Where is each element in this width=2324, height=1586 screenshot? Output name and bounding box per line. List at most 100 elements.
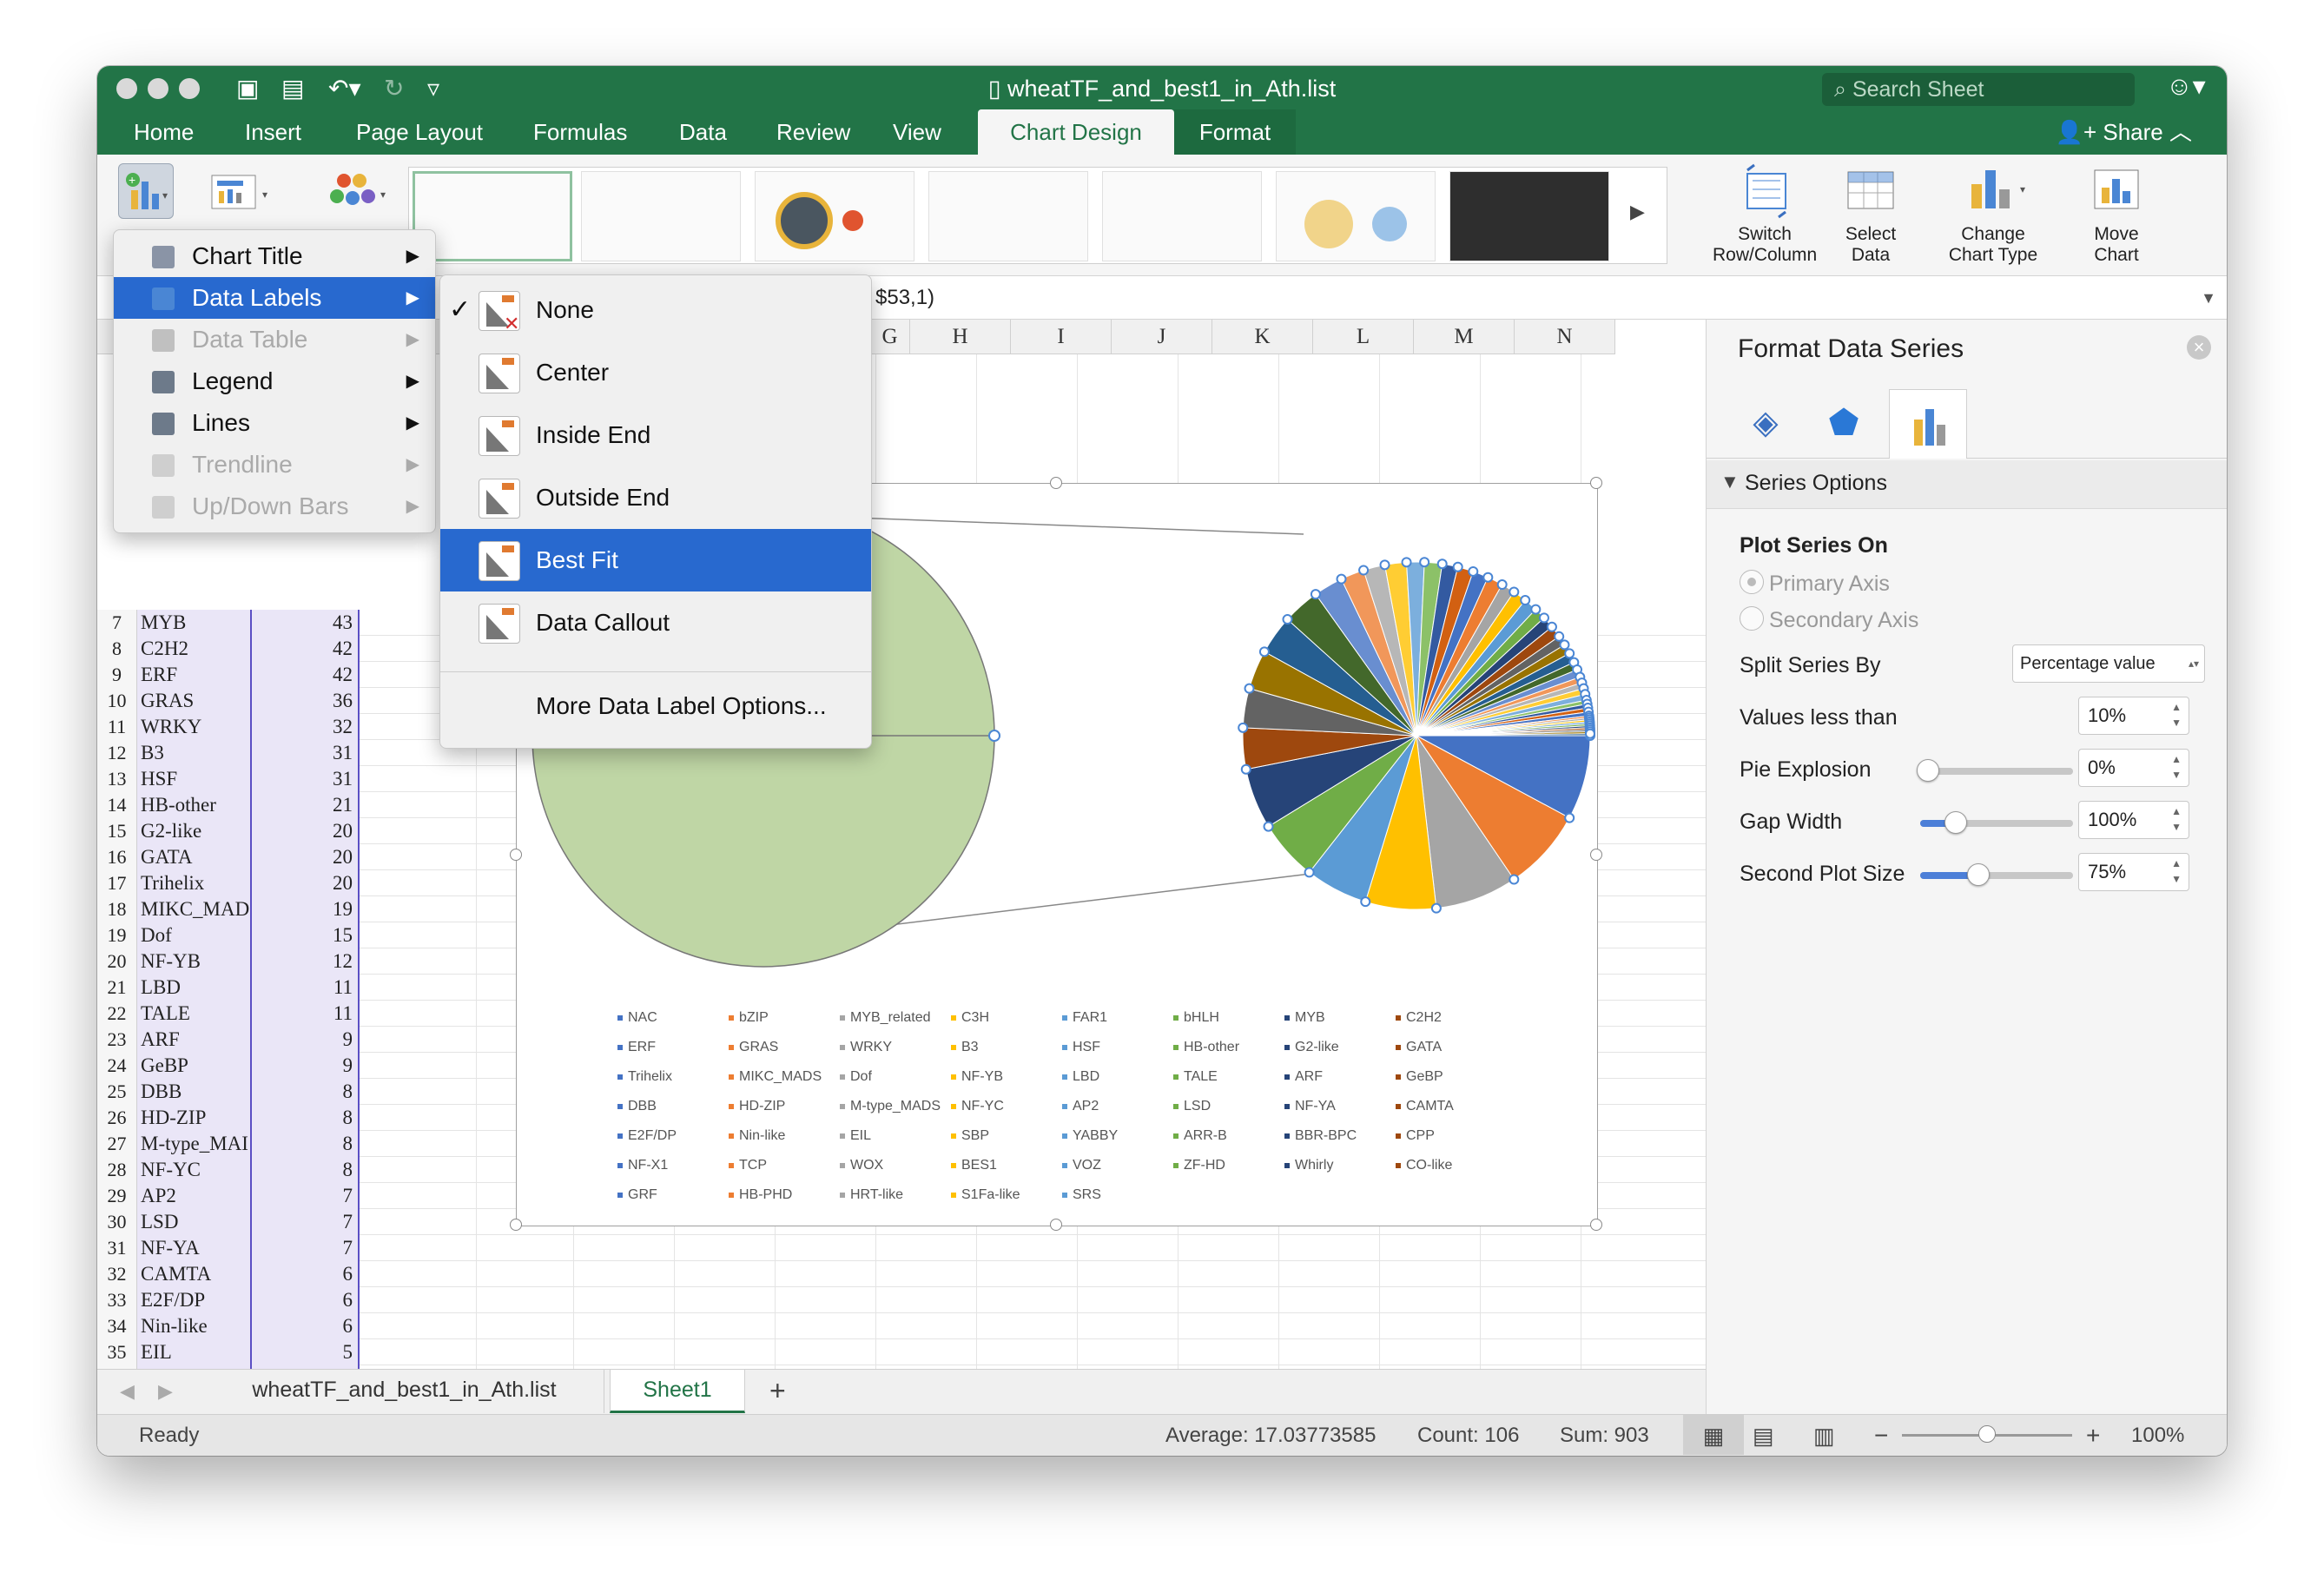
row-number[interactable]: 35	[97, 1339, 137, 1365]
table-row[interactable]: 33 E2F/DP 6	[97, 1287, 1706, 1313]
slice-selection-handle[interactable]	[1564, 812, 1575, 823]
count-cell[interactable]: 6	[250, 1313, 360, 1339]
slice-selection-handle[interactable]	[1559, 639, 1570, 651]
tf-family-cell[interactable]: MIKC_MAD	[137, 896, 250, 922]
expand-formula-icon[interactable]: ▼	[2201, 276, 2216, 320]
slice-selection-handle[interactable]	[1244, 683, 1255, 694]
page-break-view-icon[interactable]: ▥	[1813, 1415, 1835, 1456]
chart-style-5[interactable]	[1102, 171, 1262, 261]
legend-entry[interactable]: Whirly	[1284, 1158, 1333, 1173]
slice-selection-handle[interactable]	[1468, 565, 1479, 577]
sheet-tab-wheattf[interactable]: wheatTF_and_best1_in_Ath.list	[205, 1370, 604, 1413]
select-data-button[interactable]: Select Data	[1826, 155, 1916, 276]
count-cell[interactable]: 8	[250, 1131, 360, 1157]
slice-selection-handle[interactable]	[1360, 896, 1371, 908]
tab-review[interactable]: Review	[761, 109, 866, 155]
row-number[interactable]: 18	[97, 896, 137, 922]
tf-family-cell[interactable]: ARF	[137, 1027, 250, 1053]
slice-selection-handle[interactable]	[1554, 631, 1565, 642]
menu-item-best-fit[interactable]: Best Fit	[440, 529, 871, 591]
row-number[interactable]: 16	[97, 844, 137, 870]
tab-page-layout[interactable]: Page Layout	[340, 109, 498, 155]
secondary-pie[interactable]	[1238, 557, 1595, 914]
slice-selection-handle[interactable]	[1336, 573, 1347, 585]
move-chart-button[interactable]: Move Chart	[2069, 155, 2164, 276]
legend-entry[interactable]: LSD	[1173, 1099, 1211, 1114]
second-plot-size-slider-knob[interactable]	[1967, 863, 1990, 886]
count-cell[interactable]: 12	[250, 948, 360, 975]
legend-entry[interactable]: CO-like	[1396, 1158, 1452, 1173]
slice-selection-handle[interactable]	[1436, 558, 1448, 570]
column-header-n[interactable]: N	[1515, 320, 1615, 354]
table-row[interactable]: 34 Nin-like 6	[97, 1313, 1706, 1339]
count-cell[interactable]: 7	[250, 1183, 360, 1209]
slice-selection-handle[interactable]	[1310, 589, 1321, 600]
row-number[interactable]: 22	[97, 1001, 137, 1027]
tf-family-cell[interactable]: LSD	[137, 1209, 250, 1235]
tab-view[interactable]: View	[877, 109, 957, 155]
legend-entry[interactable]: GeBP	[1396, 1069, 1443, 1085]
slice-selection-handle[interactable]	[1401, 557, 1412, 568]
legend-entry[interactable]: E2F/DP	[617, 1128, 677, 1144]
menu-item-inside-end[interactable]: Inside End	[440, 404, 871, 466]
legend-entry[interactable]: LBD	[1062, 1069, 1099, 1085]
share-button[interactable]: 👤+ Share ︿	[2056, 115, 2192, 147]
gap-width-input[interactable]: 100% ▲ ▼	[2078, 801, 2189, 839]
legend-entry[interactable]: HB-other	[1173, 1040, 1239, 1055]
row-number[interactable]: 12	[97, 740, 137, 766]
tf-family-cell[interactable]: TALE	[137, 1001, 250, 1027]
legend-entry[interactable]: HB-PHD	[729, 1187, 792, 1203]
legend-entry[interactable]: MYB_related	[840, 1010, 931, 1026]
legend-entry[interactable]: WRKY	[840, 1040, 892, 1055]
legend-entry[interactable]: DBB	[617, 1099, 657, 1114]
zoom-in-icon[interactable]: +	[2086, 1415, 2100, 1456]
chart-style-1[interactable]	[413, 171, 572, 261]
column-header-m[interactable]: M	[1414, 320, 1515, 354]
chart-resize-handle-br[interactable]	[1590, 1219, 1602, 1231]
chart-style-7[interactable]	[1449, 171, 1609, 261]
slice-selection-handle[interactable]	[1482, 572, 1494, 583]
legend-entry[interactable]: B3	[951, 1040, 979, 1055]
chart-resize-handle-b[interactable]	[1050, 1219, 1062, 1231]
secondary-axis-radio[interactable]	[1740, 606, 1764, 631]
spin-arrows-icon[interactable]: ▲ ▼	[2171, 856, 2182, 887]
tf-family-cell[interactable]: GeBP	[137, 1053, 250, 1079]
menu-item-outside-end[interactable]: Outside End	[440, 466, 871, 529]
legend-entry[interactable]: AP2	[1062, 1099, 1099, 1114]
gallery-next-arrow-icon[interactable]: ▶	[1630, 201, 1645, 223]
chart-resize-handle-tr[interactable]	[1590, 477, 1602, 489]
slice-selection-handle[interactable]	[1496, 579, 1508, 591]
search-sheet-input[interactable]: ⌕ Search Sheet	[1822, 73, 2135, 106]
page-layout-view-icon[interactable]: ▤	[1753, 1415, 1774, 1456]
tf-family-cell[interactable]: NF-YC	[137, 1157, 250, 1183]
tf-family-cell[interactable]: C2H2	[137, 636, 250, 662]
row-number[interactable]: 10	[97, 688, 137, 714]
column-header-h[interactable]: H	[910, 320, 1011, 354]
legend-entry[interactable]: HD-ZIP	[729, 1099, 785, 1114]
legend-entry[interactable]: NF-YC	[951, 1099, 1004, 1114]
row-number[interactable]: 27	[97, 1131, 137, 1157]
tab-formulas[interactable]: Formulas	[518, 109, 643, 155]
count-cell[interactable]: 15	[250, 922, 360, 948]
row-number[interactable]: 26	[97, 1105, 137, 1131]
tf-family-cell[interactable]: NF-YB	[137, 948, 250, 975]
spin-arrows-icon[interactable]: ▲ ▼	[2171, 803, 2182, 835]
chart-resize-handle-t[interactable]	[1050, 477, 1062, 489]
count-cell[interactable]: 42	[250, 662, 360, 688]
legend-entry[interactable]: GRF	[617, 1187, 657, 1203]
count-cell[interactable]: 9	[250, 1053, 360, 1079]
column-header-k[interactable]: K	[1212, 320, 1313, 354]
legend-entry[interactable]: VOZ	[1062, 1158, 1101, 1173]
count-cell[interactable]: 6	[250, 1261, 360, 1287]
legend-entry[interactable]: Trihelix	[617, 1069, 672, 1085]
count-cell[interactable]: 9	[250, 1027, 360, 1053]
menu-item-center[interactable]: Center	[440, 341, 871, 404]
tf-family-cell[interactable]: G2-like	[137, 818, 250, 844]
fill-line-icon[interactable]: ◈	[1740, 403, 1792, 455]
pie-explosion-input[interactable]: 0% ▲ ▼	[2078, 749, 2189, 787]
gap-width-slider-knob[interactable]	[1944, 811, 1967, 834]
legend-entry[interactable]: HSF	[1062, 1040, 1100, 1055]
legend-entry[interactable]: M-type_MADS	[840, 1099, 941, 1114]
row-number[interactable]: 25	[97, 1079, 137, 1105]
menu-item-data-callout[interactable]: Data Callout	[440, 591, 871, 654]
